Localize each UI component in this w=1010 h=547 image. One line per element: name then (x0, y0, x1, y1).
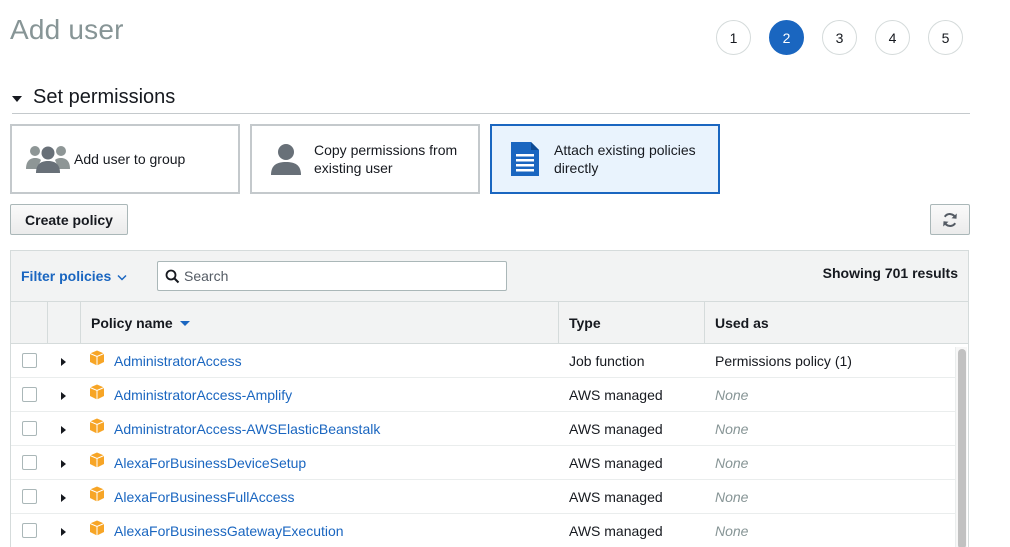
table-row: AlexaForBusinessGatewayExecution AWS man… (11, 514, 955, 547)
policy-cube-icon (89, 520, 105, 536)
policy-name-link[interactable]: AlexaForBusinessFullAccess (114, 489, 295, 505)
policy-name-link[interactable]: AdministratorAccess-AWSElasticBeanstalk (114, 421, 380, 437)
search-icon (165, 269, 180, 284)
table-header: Policy name Type Used as (11, 302, 968, 344)
user-icon (268, 142, 304, 176)
header-select (11, 302, 48, 343)
table-row: AdministratorAccess-Amplify AWS managed … (11, 378, 955, 412)
section-title: Set permissions (33, 86, 176, 108)
table-toolbar: Filter policies Showing 701 results (11, 251, 968, 302)
policy-used-as: None (715, 386, 749, 403)
table-row: AlexaForBusinessDeviceSetup AWS managed … (11, 446, 955, 480)
expand-row-icon[interactable] (61, 460, 66, 468)
row-checkbox[interactable] (21, 489, 37, 504)
expand-row-icon[interactable] (61, 392, 66, 400)
option-copy-permissions[interactable]: Copy permissions from existing user (250, 124, 480, 194)
table-body: AdministratorAccess Job function Permiss… (11, 344, 968, 547)
option-label: Copy permissions from existing user (314, 142, 458, 176)
column-header-label: Policy name (91, 314, 173, 331)
policy-name-link[interactable]: AdministratorAccess (114, 353, 242, 369)
policy-name-link[interactable]: AlexaForBusinessDeviceSetup (114, 455, 306, 471)
policy-cube-icon (89, 350, 105, 366)
column-header-policy-name[interactable]: Policy name (81, 302, 559, 343)
table-scrollbar[interactable] (955, 347, 967, 547)
step-2[interactable]: 2 (769, 20, 804, 55)
row-checkbox[interactable] (21, 353, 37, 368)
row-checkbox[interactable] (21, 387, 37, 402)
filter-label: Filter policies (21, 268, 112, 284)
expand-row-icon[interactable] (61, 426, 66, 434)
expand-row-icon[interactable] (61, 358, 66, 366)
option-label: Attach existing policies directly (554, 142, 696, 176)
refresh-icon (942, 212, 958, 228)
column-header-label: Used as (715, 314, 769, 331)
column-header-label: Type (569, 314, 601, 331)
column-header-type[interactable]: Type (559, 302, 705, 343)
row-checkbox[interactable] (21, 523, 37, 538)
policy-name-link[interactable]: AdministratorAccess-Amplify (114, 387, 292, 403)
policy-used-as: None (715, 454, 749, 471)
policy-type: Job function (569, 352, 645, 369)
sort-descending-icon (179, 321, 190, 326)
policy-cube-icon (89, 486, 105, 502)
policy-used-as: None (715, 522, 749, 539)
policy-type: AWS managed (569, 488, 663, 505)
search-box (157, 261, 507, 291)
policy-type: AWS managed (569, 522, 663, 539)
document-icon (510, 141, 540, 177)
column-header-used-as[interactable]: Used as (705, 302, 968, 343)
policies-table: Filter policies Showing 701 results Poli… (10, 250, 969, 547)
step-1[interactable]: 1 (716, 20, 751, 55)
step-3[interactable]: 3 (822, 20, 857, 55)
option-attach-policies[interactable]: Attach existing policies directly (490, 124, 720, 194)
policy-used-as: Permissions policy (1) (715, 352, 852, 369)
option-add-user-to-group[interactable]: Add user to group (10, 124, 240, 194)
refresh-button[interactable] (930, 204, 970, 235)
filter-policies-dropdown[interactable]: Filter policies (21, 268, 127, 284)
policy-used-as: None (715, 420, 749, 437)
step-5[interactable]: 5 (928, 20, 963, 55)
policy-type: AWS managed (569, 386, 663, 403)
header-expand (48, 302, 81, 343)
caret-down-icon (12, 96, 22, 102)
expand-row-icon[interactable] (61, 494, 66, 502)
policy-type: AWS managed (569, 420, 663, 437)
option-label: Add user to group (74, 151, 186, 167)
create-policy-button[interactable]: Create policy (10, 204, 128, 235)
policy-cube-icon (89, 384, 105, 400)
scrollbar-thumb[interactable] (958, 349, 966, 547)
section-header[interactable]: Set permissions (12, 86, 970, 114)
policy-cube-icon (89, 452, 105, 468)
table-row: AdministratorAccess-AWSElasticBeanstalk … (11, 412, 955, 446)
table-row: AlexaForBusinessFullAccess AWS managed N… (11, 480, 955, 514)
policy-type: AWS managed (569, 454, 663, 471)
page-title: Add user (10, 14, 124, 45)
step-4[interactable]: 4 (875, 20, 910, 55)
policy-name-link[interactable]: AlexaForBusinessGatewayExecution (114, 523, 344, 539)
wizard-steps: 1 2 3 4 5 (716, 20, 981, 55)
row-checkbox[interactable] (21, 421, 37, 436)
row-checkbox[interactable] (21, 455, 37, 470)
chevron-down-icon (117, 268, 127, 284)
results-count: Showing 701 results (822, 265, 958, 281)
table-row: AdministratorAccess Job function Permiss… (11, 344, 955, 378)
policy-cube-icon (89, 418, 105, 434)
search-input[interactable] (184, 268, 494, 284)
group-icon (24, 143, 72, 175)
policy-used-as: None (715, 488, 749, 505)
expand-row-icon[interactable] (61, 528, 66, 536)
